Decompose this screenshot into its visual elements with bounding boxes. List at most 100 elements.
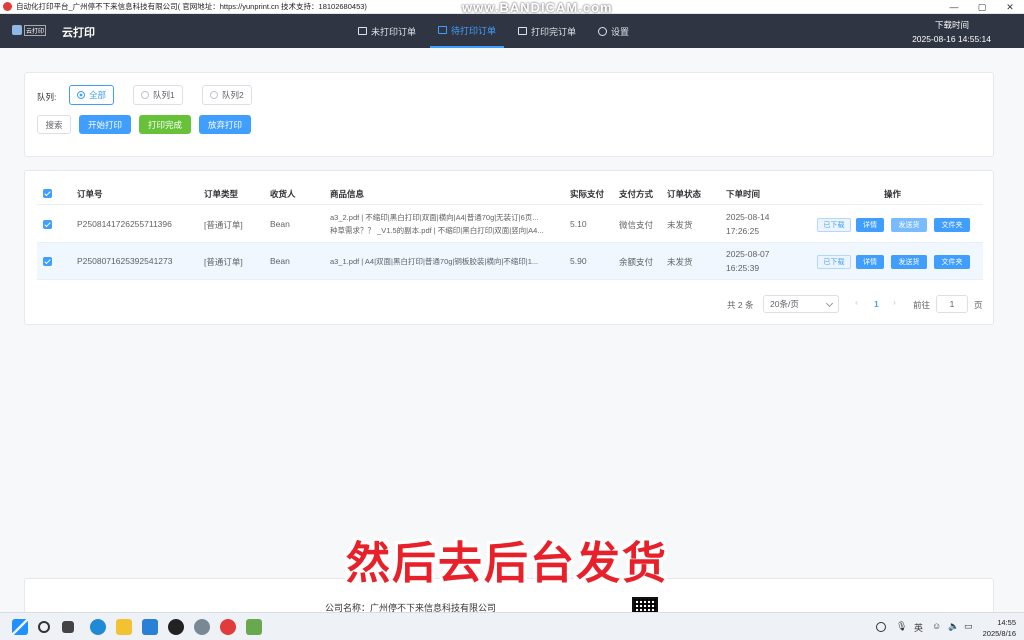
order-number: P2508141726255711396 — [77, 219, 172, 229]
vscode-icon[interactable] — [142, 619, 158, 635]
sync-icon[interactable] — [876, 622, 886, 632]
table-header: 订单号 订单类型 收货人 商品信息 实际支付 支付方式 订单状态 下单时间 操作 — [37, 183, 983, 205]
paid-amount: 5.90 — [570, 256, 587, 266]
search-button[interactable]: 搜索 — [37, 115, 71, 134]
goods-info: a3_2.pdf | 不缩印|黑白打印|双面|横向|A4|普通70g|无装订|6… — [330, 211, 558, 237]
app-name: 云打印 — [62, 27, 95, 39]
clock-date: 2025/8/16 — [982, 629, 1016, 638]
search-icon[interactable] — [38, 621, 50, 633]
window-title: 自动化打印平台_广州停不下来信息科技有限公司( 官网地址：https://yun… — [16, 2, 367, 11]
details-button[interactable]: 详情 — [856, 255, 884, 269]
printer-icon — [438, 26, 448, 34]
paid-amount: 5.10 — [570, 219, 587, 229]
recorder-app-icon[interactable] — [168, 619, 184, 635]
select-all-checkbox[interactable] — [43, 189, 52, 198]
bandicam-watermark: www.BANDICAM.com — [462, 0, 613, 15]
start-print-button[interactable]: 开始打印 — [79, 115, 131, 134]
goods-info: a3_1.pdf | A4|双面|黑白打印|普通70g|铜板胶装|横向|不缩印|… — [330, 255, 558, 268]
option-label: 队列1 — [153, 90, 175, 100]
minimize-button[interactable]: — — [940, 0, 968, 14]
download-time-label: 下载时间 — [934, 20, 969, 30]
header-order-no: 订单号 — [77, 189, 103, 199]
tab-label: 待打印订单 — [451, 25, 497, 36]
tab-unprinted-orders[interactable]: 未打印订单 — [350, 14, 424, 48]
cloud-printer-icon — [12, 25, 22, 35]
queue-label: 队列: — [37, 92, 57, 102]
yunprint-app-icon[interactable] — [220, 619, 236, 635]
folder-button[interactable]: 文件夹 — [934, 255, 970, 269]
file-explorer-icon[interactable] — [116, 619, 132, 635]
downloaded-button[interactable]: 已下载 — [817, 218, 851, 232]
abandon-print-button[interactable]: 放弃打印 — [199, 115, 251, 134]
ship-button[interactable]: 发送货 — [891, 218, 927, 232]
goods-line: 种草需求？？ _V1.5的副本.pdf | 不缩印|黑白打印|双面|竖向|A4.… — [330, 226, 544, 235]
order-status: 未发货 — [667, 257, 693, 267]
printer-app-icon[interactable] — [246, 619, 262, 635]
header-pay-method: 支付方式 — [619, 189, 654, 199]
folder-button[interactable]: 文件夹 — [934, 218, 970, 232]
row-checkbox[interactable] — [43, 220, 52, 229]
queue-option-2[interactable]: 队列2 — [202, 85, 252, 105]
printer-icon — [518, 27, 528, 35]
option-label: 队列2 — [222, 90, 244, 100]
microphone-icon[interactable]: 🎙 — [896, 621, 907, 632]
row-checkbox[interactable] — [43, 257, 52, 266]
download-time: 2025-08-16 14:55:14 — [912, 34, 991, 44]
order-date: 2025-08-14 — [726, 212, 770, 222]
order-date: 2025-08-07 — [726, 249, 770, 259]
ship-button[interactable]: 发送货 — [891, 255, 927, 269]
orders-table-panel: 订单号 订单类型 收货人 商品信息 实际支付 支付方式 订单状态 下单时间 操作… — [24, 170, 994, 325]
main-nav: 未打印订单 待打印订单 打印完订单 设置 — [350, 14, 643, 48]
goods-line: a3_2.pdf | 不缩印|黑白打印|双面|横向|A4|普通70g|无装订|6… — [330, 213, 539, 222]
ime-icon[interactable]: ☺ — [932, 621, 941, 631]
logo: 云打印 — [12, 23, 54, 37]
settings-app-icon[interactable] — [194, 619, 210, 635]
close-button[interactable]: ✕ — [996, 0, 1024, 14]
window-titlebar: 自动化打印平台_广州停不下来信息科技有限公司( 官网地址：https://yun… — [0, 0, 1024, 15]
volume-icon[interactable]: 🔈 — [948, 621, 959, 632]
edge-browser-icon[interactable] — [90, 619, 106, 635]
task-view-icon[interactable] — [62, 621, 74, 633]
battery-icon[interactable]: ▭ — [964, 621, 973, 632]
order-number: P2508071625392541273 — [77, 256, 173, 266]
queue-option-all[interactable]: 全部 — [69, 85, 115, 105]
tab-printed-orders[interactable]: 打印完订单 — [510, 14, 584, 48]
taskbar-clock[interactable]: 14:55 2025/8/16 — [983, 617, 1016, 639]
input-language[interactable]: 英 — [914, 621, 923, 634]
pay-method: 余额支付 — [619, 257, 654, 267]
page-size-select[interactable]: 20条/页 — [763, 295, 839, 313]
radio-icon — [210, 91, 218, 99]
maximize-button[interactable]: ▢ — [968, 0, 996, 14]
header-paid: 实际支付 — [570, 189, 605, 199]
clock-time: 14:55 — [997, 618, 1016, 627]
page-suffix: 页 — [974, 300, 983, 310]
windows-start-icon[interactable] — [12, 619, 28, 635]
details-button[interactable]: 详情 — [856, 218, 884, 232]
downloaded-button[interactable]: 已下载 — [817, 255, 851, 269]
total-count: 共 2 条 — [727, 300, 754, 310]
tab-pending-print-orders[interactable]: 待打印订单 — [430, 14, 505, 48]
prev-page-button[interactable]: ‹ — [855, 297, 858, 307]
filter-panel: 队列: 全部 队列1 队列2 搜索 开始打印 打印完成 放弃打印 — [24, 72, 994, 157]
print-done-button[interactable]: 打印完成 — [139, 115, 191, 134]
video-subtitle: 然后去后台发货 — [346, 538, 668, 589]
pay-method: 微信支付 — [619, 220, 654, 230]
goto-page-input[interactable]: 1 — [936, 295, 968, 313]
page-number-current[interactable]: 1 — [874, 299, 879, 309]
order-time: 16:25:39 — [726, 263, 760, 273]
chevron-down-icon — [825, 299, 834, 308]
option-label: 全部 — [89, 90, 107, 100]
taskbar: 🎙 英 ☺ 🔈 ▭ 14:55 2025/8/16 — [0, 612, 1024, 640]
header-status: 订单状态 — [667, 189, 702, 199]
tab-settings[interactable]: 设置 — [590, 14, 637, 48]
radio-icon — [77, 91, 85, 99]
table-row[interactable]: P2508071625392541273 [普通订单] Bean a3_1.pd… — [37, 243, 983, 280]
app-icon — [3, 2, 12, 11]
gear-icon — [598, 26, 608, 36]
table-row[interactable]: P2508141726255711396 [普通订单] Bean a3_2.pd… — [37, 206, 983, 243]
order-type: [普通订单] — [204, 257, 243, 267]
queue-option-1[interactable]: 队列1 — [133, 85, 183, 105]
header-actions: 操作 — [884, 189, 902, 199]
next-page-button[interactable]: › — [893, 297, 896, 307]
order-type: [普通订单] — [204, 220, 243, 230]
